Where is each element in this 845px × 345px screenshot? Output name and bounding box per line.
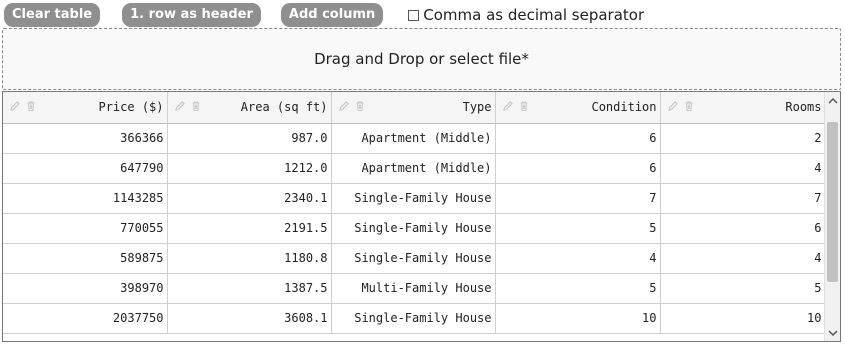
table-cell[interactable]: Apartment (Middle) <box>331 123 496 154</box>
table-cell[interactable]: 589875 <box>3 243 168 274</box>
table-cell[interactable]: 5 <box>660 273 826 304</box>
comma-decimal-option[interactable]: Comma as decimal separator <box>408 6 644 24</box>
trash-icon[interactable] <box>683 100 695 112</box>
table-row: 647790 1212.0 Apartment (Middle) 6 4 <box>3 153 826 184</box>
table-cell[interactable]: Apartment (Middle) <box>331 153 496 184</box>
table-cell[interactable]: 10 <box>660 303 826 334</box>
table-row: 2037750 3608.1 Single-Family House 10 10 <box>3 303 826 334</box>
table-cell[interactable]: 7 <box>660 183 826 214</box>
add-column-button[interactable]: Add column <box>280 3 384 27</box>
data-table: Price ($) Area (sq ft) Type Condition Rooms … <box>2 91 841 342</box>
trash-icon[interactable] <box>190 100 202 112</box>
table-cell[interactable]: 2037750 <box>3 303 168 334</box>
table-cell[interactable]: 398970 <box>3 273 168 304</box>
column-header[interactable]: Area (sq ft) <box>167 92 332 124</box>
column-header-label: Price ($) <box>98 100 164 115</box>
table-cell[interactable]: 366366 <box>3 123 168 154</box>
vertical-scrollbar[interactable] <box>824 92 840 341</box>
table-cell[interactable]: 1212.0 <box>167 153 332 184</box>
table-cell[interactable]: 7 <box>495 183 661 214</box>
table-cell[interactable]: Single-Family House <box>331 183 496 214</box>
table-row: 770055 2191.5 Single-Family House 5 6 <box>3 213 826 244</box>
table-cell[interactable]: 1387.5 <box>167 273 332 304</box>
pencil-icon[interactable] <box>338 100 350 112</box>
column-header[interactable]: Price ($) <box>3 92 168 124</box>
table-cell[interactable]: 770055 <box>3 213 168 244</box>
table-cell[interactable]: 987.0 <box>167 123 332 154</box>
table-row: 589875 1180.8 Single-Family House 4 4 <box>3 243 826 274</box>
comma-decimal-label: Comma as decimal separator <box>423 6 645 24</box>
header-icons <box>174 100 202 112</box>
table-grid: Price ($) Area (sq ft) Type Condition Rooms … <box>3 92 826 334</box>
table-cell[interactable]: 2340.1 <box>167 183 332 214</box>
table-cell[interactable]: 10 <box>495 303 661 334</box>
file-dropzone[interactable]: Drag and Drop or select file* <box>2 28 841 90</box>
header-icons <box>338 100 366 112</box>
table-cell[interactable]: 4 <box>660 153 826 184</box>
table-cell[interactable]: 6 <box>495 153 661 184</box>
column-header[interactable]: Type <box>331 92 496 124</box>
table-cell[interactable]: 6 <box>495 123 661 154</box>
pencil-icon[interactable] <box>502 100 514 112</box>
scroll-up-icon[interactable] <box>825 93 840 107</box>
table-cell[interactable]: 4 <box>495 243 661 274</box>
header-icons <box>9 100 37 112</box>
table-cell[interactable]: 647790 <box>3 153 168 184</box>
column-header[interactable]: Rooms <box>660 92 826 124</box>
table-cell[interactable]: 5 <box>495 213 661 244</box>
table-cell[interactable]: Single-Family House <box>331 213 496 244</box>
trash-icon[interactable] <box>518 100 530 112</box>
column-header[interactable]: Condition <box>495 92 661 124</box>
table-cell[interactable]: Single-Family House <box>331 303 496 334</box>
scroll-down-icon[interactable] <box>825 326 840 340</box>
column-header-label: Area (sq ft) <box>240 100 328 115</box>
scrollbar-thumb[interactable] <box>827 122 838 282</box>
header-icons <box>667 100 695 112</box>
header-icons <box>502 100 530 112</box>
table-cell[interactable]: 1180.8 <box>167 243 332 274</box>
column-header-label: Rooms <box>785 100 822 115</box>
table-cell[interactable]: 2191.5 <box>167 213 332 244</box>
table-cell[interactable]: 1143285 <box>3 183 168 214</box>
first-row-as-header-button[interactable]: 1. row as header <box>122 3 261 27</box>
table-row: 366366 987.0 Apartment (Middle) 6 2 <box>3 123 826 154</box>
pencil-icon[interactable] <box>9 100 21 112</box>
header-row: Price ($) Area (sq ft) Type Condition Rooms <box>3 92 826 124</box>
toolbar: Clear table 1. row as header Add column … <box>4 3 644 27</box>
table-row: 1143285 2340.1 Single-Family House 7 7 <box>3 183 826 214</box>
table-cell[interactable]: Single-Family House <box>331 243 496 274</box>
dropzone-label: Drag and Drop or select file* <box>314 50 529 68</box>
clear-table-button[interactable]: Clear table <box>4 3 101 27</box>
table-cell[interactable]: 5 <box>495 273 661 304</box>
table-row: 398970 1387.5 Multi-Family House 5 5 <box>3 273 826 304</box>
table-cell[interactable]: 4 <box>660 243 826 274</box>
pencil-icon[interactable] <box>667 100 679 112</box>
trash-icon[interactable] <box>25 100 37 112</box>
table-cell[interactable]: 6 <box>660 213 826 244</box>
column-header-label: Type <box>462 100 492 115</box>
pencil-icon[interactable] <box>174 100 186 112</box>
trash-icon[interactable] <box>354 100 366 112</box>
table-cell[interactable]: 2 <box>660 123 826 154</box>
table-cell[interactable]: 3608.1 <box>167 303 332 334</box>
table-cell[interactable]: Multi-Family House <box>331 273 496 304</box>
comma-decimal-checkbox[interactable] <box>408 9 420 21</box>
column-header-label: Condition <box>591 100 657 115</box>
